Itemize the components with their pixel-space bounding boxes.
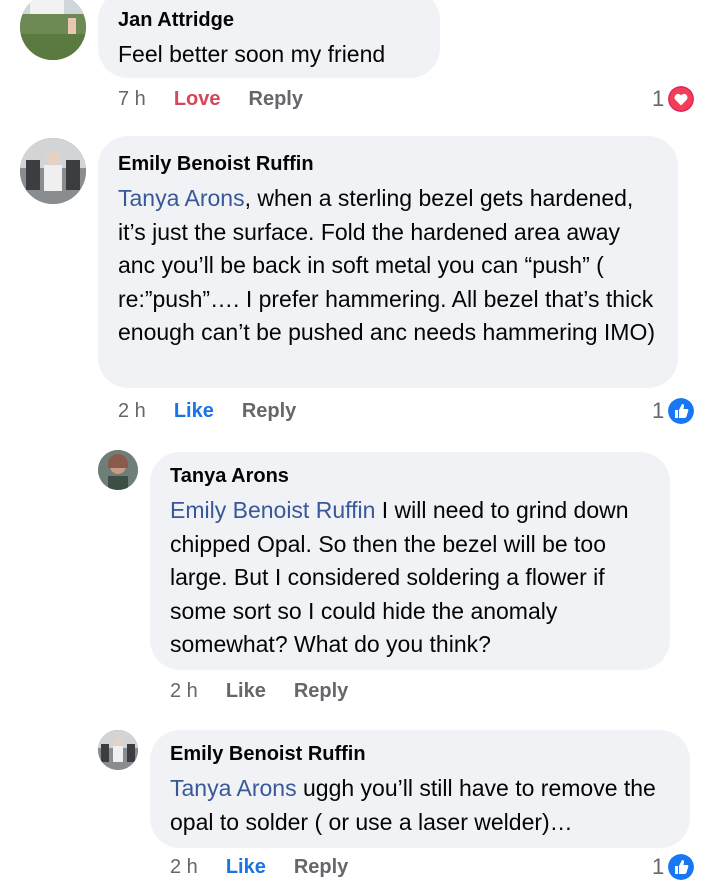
comment-actions: 2 h Like Reply	[118, 400, 324, 423]
comment-actions: 2 h Like Reply	[170, 680, 376, 703]
avatar[interactable]	[98, 450, 138, 490]
mention-link[interactable]: Emily Benoist Ruffin	[170, 497, 375, 523]
avatar[interactable]	[98, 730, 138, 770]
comment-timestamp[interactable]: 7 h	[118, 88, 146, 111]
like-button[interactable]: Like	[174, 400, 214, 423]
comment-text: Emily Benoist Ruffin I will need to grin…	[170, 494, 648, 662]
mention-link[interactable]: Tanya Arons	[170, 775, 297, 801]
comment-tanya-arons: Tanya Arons Emily Benoist Ruffin I will …	[0, 450, 720, 720]
comment-author[interactable]: Tanya Arons	[170, 464, 648, 488]
reaction-summary[interactable]: 1	[652, 854, 695, 880]
reply-button[interactable]: Reply	[294, 856, 348, 879]
comment-timestamp[interactable]: 2 h	[170, 680, 198, 703]
thumbs-up-icon	[668, 854, 695, 880]
heart-icon	[668, 86, 695, 112]
comment-emily-benoist-ruffin-reply: Emily Benoist Ruffin Tanya Arons uggh yo…	[0, 728, 720, 880]
comment-bubble: Emily Benoist Ruffin Tanya Arons, when a…	[98, 136, 678, 388]
comment-author[interactable]: Jan Attridge	[118, 8, 418, 32]
love-button[interactable]: Love	[174, 88, 221, 111]
thumbs-up-icon	[668, 398, 695, 424]
avatar-photo	[20, 0, 86, 60]
comment-emily-benoist-ruffin: Emily Benoist Ruffin Tanya Arons, when a…	[0, 136, 720, 436]
like-button[interactable]: Like	[226, 856, 266, 879]
reply-button[interactable]: Reply	[242, 400, 296, 423]
reaction-count: 1	[652, 86, 665, 111]
avatar-photo	[98, 730, 138, 770]
comment-actions: 7 h Love Reply	[118, 88, 331, 111]
comment-timestamp[interactable]: 2 h	[118, 400, 146, 423]
comment-author[interactable]: Emily Benoist Ruffin	[170, 742, 668, 766]
comment-jan-attridge: Jan Attridge Feel better soon my friend …	[0, 0, 720, 120]
avatar-photo	[98, 450, 138, 490]
comment-actions: 2 h Like Reply	[170, 856, 376, 879]
reaction-summary[interactable]: 1	[652, 398, 695, 424]
reaction-summary[interactable]: 1	[652, 86, 695, 112]
like-button[interactable]: Like	[226, 680, 266, 703]
comment-bubble: Emily Benoist Ruffin Tanya Arons uggh yo…	[150, 730, 690, 848]
comment-bubble: Tanya Arons Emily Benoist Ruffin I will …	[150, 452, 670, 670]
comment-text: Tanya Arons, when a sterling bezel gets …	[118, 182, 656, 350]
avatar[interactable]	[20, 0, 86, 60]
comment-timestamp[interactable]: 2 h	[170, 856, 198, 879]
comment-text: Feel better soon my friend	[118, 41, 386, 67]
comment-text: Tanya Arons uggh you’ll still have to re…	[170, 772, 668, 839]
reply-button[interactable]: Reply	[249, 88, 303, 111]
avatar-photo	[20, 138, 86, 204]
comment-author[interactable]: Emily Benoist Ruffin	[118, 152, 656, 176]
reaction-count: 1	[652, 398, 665, 423]
reaction-count: 1	[652, 854, 665, 879]
mention-link[interactable]: Tanya Arons	[118, 185, 245, 211]
comment-bubble: Jan Attridge Feel better soon my friend	[98, 0, 440, 78]
reply-button[interactable]: Reply	[294, 680, 348, 703]
avatar[interactable]	[20, 138, 86, 204]
